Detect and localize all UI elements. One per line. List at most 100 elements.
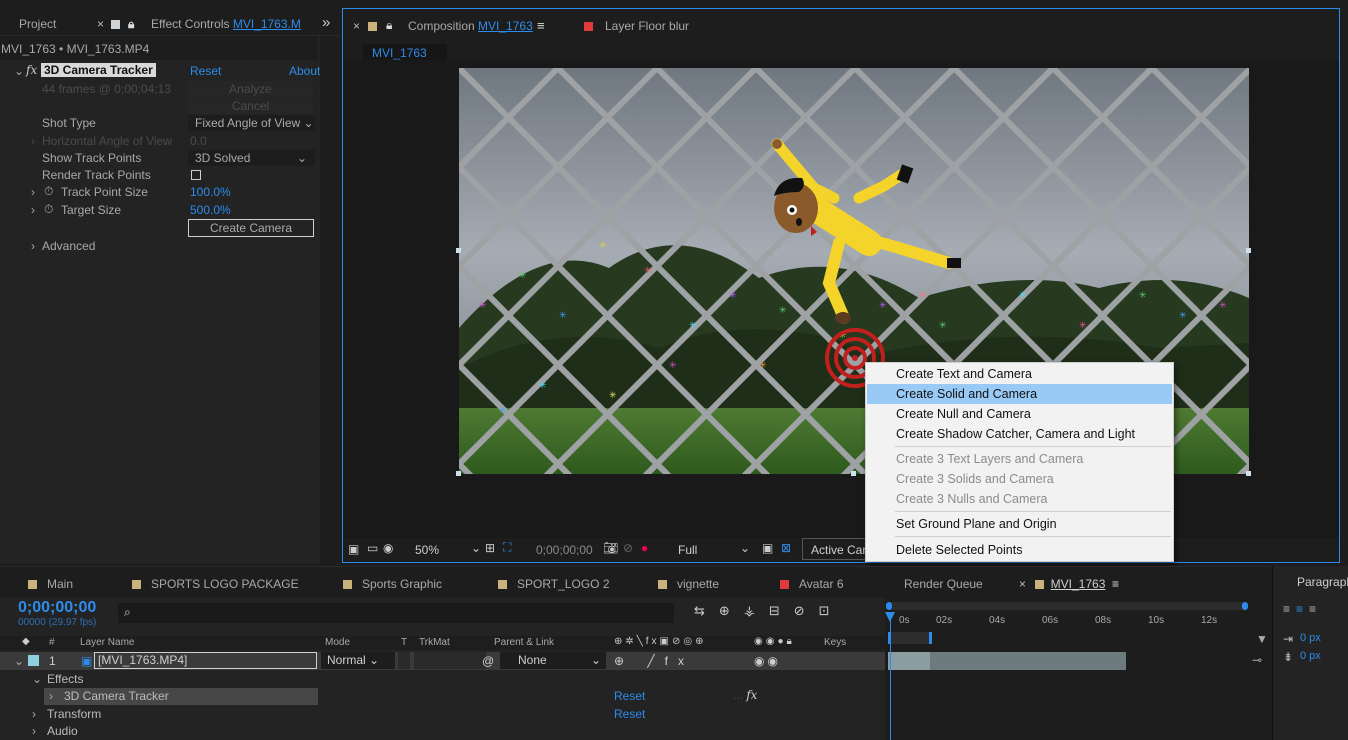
align-buttons[interactable]: ≡≡≡ — [1283, 602, 1322, 616]
indent-value[interactable]: 0 px — [1300, 632, 1321, 644]
search-input[interactable]: ⌕ — [118, 603, 674, 623]
label-color-swatch[interactable] — [28, 655, 39, 666]
parent-dropdown[interactable]: None ⌄ — [500, 652, 606, 669]
layer-switches[interactable]: ⊕ ╱fx — [614, 654, 694, 668]
close-icon[interactable]: × — [1019, 577, 1026, 591]
pickwhip-icon[interactable]: @ — [482, 654, 494, 668]
work-area-bar[interactable] — [886, 602, 1248, 610]
menu-item-create-text-and-camera[interactable]: Create Text and Camera — [867, 364, 1172, 384]
create-camera-button[interactable]: Create Camera — [188, 219, 314, 237]
comp-marker-icon[interactable]: ⊸ — [1252, 653, 1262, 667]
zoom-dropdown[interactable]: 50% — [415, 543, 439, 557]
av-icons[interactable]: ◉◉●🔒︎ — [754, 636, 795, 647]
audio-row[interactable]: › Audio — [0, 723, 885, 740]
chevron-right-icon[interactable]: › — [31, 134, 35, 148]
timeline-scroll-icon[interactable]: ▼ — [1256, 632, 1268, 646]
menu-icon[interactable]: ≡ — [537, 18, 545, 33]
switches-icons[interactable]: ⊕✲╲fx▣⊘◎⊕ — [614, 636, 707, 647]
effect-name[interactable]: 3D Camera Tracker — [41, 63, 156, 77]
stopwatch-icon[interactable]: ⏱︎ — [44, 184, 53, 199]
region-of-interest-icon[interactable]: ⛶ — [503, 540, 511, 555]
mode-dropdown[interactable]: Normal ⌄ — [321, 652, 395, 669]
color-icon[interactable]: ● — [641, 541, 648, 555]
active-camera-dropdown[interactable]: Active Cam — [802, 538, 866, 560]
chevron-down-icon[interactable]: ⌄ — [740, 541, 750, 555]
preserve-transparency-toggle[interactable] — [398, 652, 410, 669]
advanced-row[interactable]: › Advanced — [0, 238, 318, 255]
fx-icon[interactable]: fx — [26, 63, 37, 77]
tab-sport-logo-2[interactable]: SPORT_LOGO 2 — [498, 577, 610, 591]
timeline-switch-icons[interactable]: ⇆⊕⚶⊟⊘⊡ — [694, 603, 844, 619]
tab-render-queue[interactable]: Render Queue — [904, 577, 983, 591]
tab-layer[interactable]: Layer Floor blur — [605, 19, 689, 33]
timeline-timecode[interactable]: 0;00;00;00 — [18, 599, 96, 617]
chevron-right-icon[interactable]: › — [31, 239, 35, 253]
tab-vignette[interactable]: vignette — [658, 577, 719, 591]
menu-item-create-shadow-catcher[interactable]: Create Shadow Catcher, Camera and Light — [867, 424, 1172, 444]
bounds-handle[interactable] — [1246, 471, 1251, 476]
menu-item-set-ground-plane[interactable]: Set Ground Plane and Origin — [867, 514, 1172, 534]
tab-composition[interactable]: Composition MVI_1763 — [408, 19, 533, 33]
close-icon[interactable]: × — [97, 17, 104, 31]
bounds-handle[interactable] — [456, 471, 461, 476]
channel-icon[interactable]: ⊘ — [623, 541, 633, 555]
work-area-range[interactable] — [888, 632, 932, 644]
lock-icon[interactable]: 🔒︎ — [386, 18, 392, 33]
chevron-down-icon[interactable]: ⌄ — [14, 64, 24, 78]
effect-name[interactable]: 3D Camera Tracker — [64, 689, 169, 703]
bounds-handle[interactable] — [456, 248, 461, 253]
about-link[interactable]: About — [289, 64, 320, 78]
chevron-down-icon[interactable]: ⌄ — [471, 541, 481, 555]
trkmat-dropdown[interactable] — [414, 652, 486, 669]
panel-overflow-button[interactable]: » — [322, 14, 330, 31]
tab-avatar-6[interactable]: Avatar 6 — [780, 577, 844, 591]
reset-link[interactable]: Reset — [614, 689, 645, 703]
tab-main[interactable]: Main — [28, 577, 73, 591]
monitor-icon[interactable]: ▭ — [367, 541, 378, 555]
fx-icon[interactable]: … fx — [733, 688, 757, 702]
tab-sports-graphic[interactable]: Sports Graphic — [343, 577, 442, 591]
resolution-dropdown[interactable]: Full — [678, 543, 697, 557]
transform-row[interactable]: › Transform Reset — [0, 706, 885, 723]
target-size-value[interactable]: 500.0% — [190, 203, 231, 217]
3d-view-icon[interactable]: ⊠ — [781, 541, 791, 555]
playhead[interactable] — [890, 612, 891, 740]
layer-row[interactable]: ⌄ 1 ▣ [MVI_1763.MP4] Normal ⌄ @ None ⌄ ⊕ … — [0, 652, 885, 670]
mask-icon[interactable]: ◉ — [383, 541, 393, 555]
label-icon[interactable]: ◆ — [22, 636, 30, 647]
chevron-down-icon[interactable]: ⌄ — [32, 672, 42, 686]
snapshot-icon[interactable]: ▣ — [348, 542, 359, 556]
cancel-button[interactable]: Cancel — [188, 98, 313, 114]
comp-timecode[interactable]: 0;00;00;00 — [536, 543, 593, 557]
chevron-right-icon[interactable]: › — [32, 707, 36, 721]
tab-sports-logo-package[interactable]: SPORTS LOGO PACKAGE — [132, 577, 299, 591]
menu-item-create-null-and-camera[interactable]: Create Null and Camera — [867, 404, 1172, 424]
stopwatch-icon[interactable]: ⏱︎ — [44, 202, 53, 217]
menu-item-delete-selected-points[interactable]: Delete Selected Points — [867, 540, 1172, 560]
chevron-down-icon[interactable]: ⌄ — [14, 654, 24, 668]
camera-icon[interactable]: 📷︎ — [603, 541, 618, 555]
bounds-handle[interactable] — [1246, 248, 1251, 253]
shot-type-dropdown[interactable]: Fixed Angle of View ⌄ — [188, 115, 315, 131]
work-area-start-handle[interactable] — [886, 602, 892, 610]
reset-link[interactable]: Reset — [614, 707, 645, 721]
grid-icon[interactable]: ⊞ — [485, 541, 495, 555]
show-track-points-dropdown[interactable]: 3D Solved ⌄ — [188, 150, 315, 166]
close-icon[interactable]: × — [353, 19, 360, 33]
chevron-right-icon[interactable]: › — [31, 185, 35, 199]
bounds-handle[interactable] — [851, 471, 856, 476]
layer-name-field[interactable]: [MVI_1763.MP4] — [94, 652, 317, 669]
menu-item-create-solid-and-camera[interactable]: Create Solid and Camera — [867, 384, 1172, 404]
layer-av-switches[interactable]: ◉◉ — [754, 654, 781, 668]
render-track-points-checkbox[interactable] — [191, 170, 201, 180]
tab-project[interactable]: Project — [19, 17, 56, 31]
chevron-right-icon[interactable]: › — [49, 689, 53, 703]
lock-icon[interactable]: 🔒︎ — [128, 17, 134, 32]
space-value[interactable]: 0 px — [1300, 650, 1321, 662]
transparency-grid-icon[interactable]: ▣ — [762, 541, 773, 555]
reset-link[interactable]: Reset — [190, 64, 221, 78]
effect-3d-camera-tracker-row[interactable]: › 3D Camera Tracker Reset … fx — [0, 688, 885, 705]
work-area-end-handle[interactable] — [1242, 602, 1248, 610]
effects-row[interactable]: ⌄ Effects — [0, 671, 885, 688]
time-ruler[interactable]: 0s 02s 04s 06s 08s 10s 12s — [885, 612, 1270, 632]
